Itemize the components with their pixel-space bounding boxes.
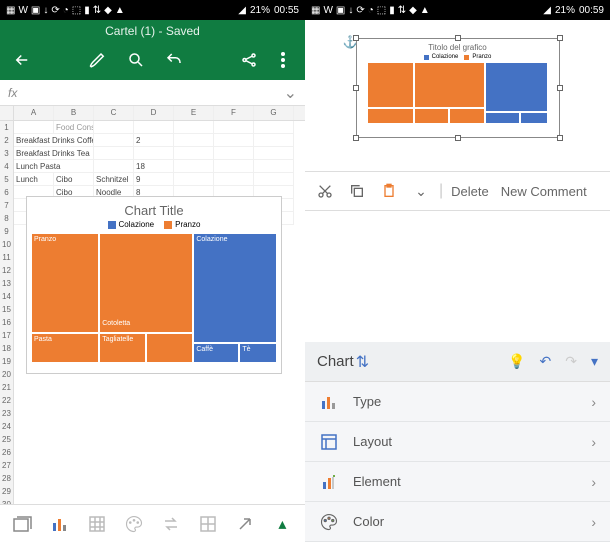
slide-canvas[interactable]: ⚓ Titolo del grafico ColazionePranzo — [305, 20, 610, 171]
type-icon — [319, 392, 339, 412]
draw-icon[interactable] — [88, 50, 108, 70]
color-icon — [319, 512, 339, 532]
menu-title[interactable]: Chart — [317, 353, 354, 370]
paste-icon[interactable] — [375, 177, 403, 205]
expand-up-icon[interactable]: ▴ — [270, 512, 294, 536]
search-icon[interactable] — [126, 50, 146, 70]
grid-icon[interactable] — [196, 512, 220, 536]
menu-item-element[interactable]: Element › — [305, 462, 610, 502]
context-toolbar: ⌄ | Delete New Comment — [305, 171, 610, 211]
battery-label: 21% — [250, 5, 270, 16]
menu-item-type[interactable]: Type › — [305, 382, 610, 422]
undo-icon[interactable]: ↶ — [540, 353, 552, 370]
chevron-right-icon: › — [591, 514, 596, 530]
sort-icon[interactable]: ⇅ — [356, 352, 369, 372]
fx-label: fx — [8, 86, 17, 100]
chart-title: Chart Title — [27, 197, 281, 220]
clock-label: 00:55 — [274, 5, 299, 16]
clock-label-right: 00:59 — [579, 5, 604, 16]
treemap-chart[interactable]: Chart Title Colazione Pranzo Pranzo Past… — [26, 196, 282, 374]
sheet-tabs-icon[interactable] — [11, 512, 35, 536]
mini-chart-title: Titolo del grafico — [367, 43, 549, 52]
chevron-right-icon: › — [591, 434, 596, 450]
status-bar: ▦W▣↓⟳◔⬚▮⇅◆▲ ◢21% 00:55 — [0, 0, 305, 20]
share-icon[interactable] — [239, 50, 259, 70]
delete-button[interactable]: Delete — [447, 184, 493, 199]
chart-menu: Chart ⇅ 💡 ↶ ↷ ▾ Type › Layout › Element … — [305, 342, 610, 542]
layout-icon — [319, 432, 339, 452]
chevron-down-icon[interactable]: ⌄ — [407, 177, 435, 205]
menu-item-color[interactable]: Color › — [305, 502, 610, 542]
table-icon[interactable] — [85, 512, 109, 536]
formula-bar[interactable]: fx ⌄ — [0, 80, 305, 106]
cut-icon[interactable] — [311, 177, 339, 205]
back-icon[interactable] — [12, 50, 32, 70]
switch-icon[interactable] — [159, 512, 183, 536]
status-bar-right: ▦W▣↓⟳◔⬚▮⇅◆▲ ◢21% 00:59 — [305, 0, 610, 20]
chart-legend: Colazione Pranzo — [27, 220, 281, 233]
menu-item-layout[interactable]: Layout › — [305, 422, 610, 462]
copy-icon[interactable] — [343, 177, 371, 205]
dropdown-icon[interactable]: ▾ — [591, 353, 598, 370]
bottom-toolbar: ▴ — [0, 504, 305, 542]
undo-icon[interactable] — [164, 50, 184, 70]
doc-title: Cartel (1) - Saved — [0, 20, 305, 42]
element-icon — [319, 472, 339, 492]
collapse-icon[interactable] — [233, 512, 257, 536]
new-comment-button[interactable]: New Comment — [497, 184, 591, 199]
chevron-down-icon[interactable]: ⌄ — [284, 83, 297, 103]
right-pane: ▦W▣↓⟳◔⬚▮⇅◆▲ ◢21% 00:59 ⚓ Titolo del graf… — [305, 0, 610, 542]
chevron-right-icon: › — [591, 474, 596, 490]
palette-icon[interactable] — [122, 512, 146, 536]
chart-icon[interactable] — [48, 512, 72, 536]
chevron-right-icon: › — [591, 394, 596, 410]
more-icon[interactable] — [273, 50, 293, 70]
redo-icon[interactable]: ↷ — [565, 353, 577, 370]
selected-chart-object[interactable]: ⚓ Titolo del grafico ColazionePranzo — [356, 38, 560, 138]
lightbulb-icon[interactable]: 💡 — [508, 353, 525, 370]
left-pane: ▦W▣↓⟳◔⬚▮⇅◆▲ ◢21% 00:55 Cartel (1) - Save… — [0, 0, 305, 542]
app-header: Cartel (1) - Saved — [0, 20, 305, 80]
spreadsheet[interactable]: A B C D E F G 1Food Consumption 2Breakfa… — [0, 106, 305, 504]
